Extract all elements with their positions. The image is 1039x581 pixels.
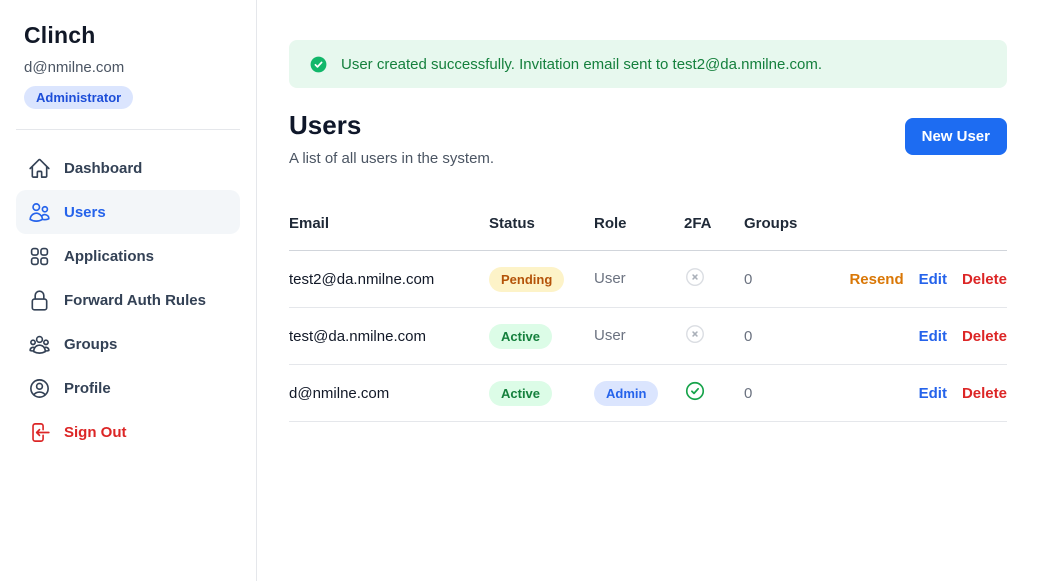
table-row: test@da.nmilne.comActive User 0 Edit Delete xyxy=(289,308,1007,365)
grid-icon xyxy=(28,245,51,268)
row-actions: Edit Delete xyxy=(824,385,1007,402)
edit-link[interactable]: Edit xyxy=(919,271,947,288)
delete-link[interactable]: Delete xyxy=(962,328,1007,345)
check-circle-filled-icon xyxy=(309,55,328,74)
row-actions: Edit Delete xyxy=(824,328,1007,345)
table-header-row: EmailStatusRole2FAGroups xyxy=(289,215,1007,251)
table-row: test2@da.nmilne.comPending User 0 Resend Edi… xyxy=(289,251,1007,308)
current-user-email: d@nmilne.com xyxy=(16,59,240,76)
users-table: EmailStatusRole2FAGroups test2@da.nmilne… xyxy=(289,215,1007,422)
sidebar-item-label: Dashboard xyxy=(64,160,142,177)
sign-out-icon xyxy=(28,421,51,444)
email-cell: test2@da.nmilne.com xyxy=(289,271,489,288)
sidebar-item-label: Applications xyxy=(64,248,154,265)
edit-link[interactable]: Edit xyxy=(919,385,947,402)
status-badge: Active xyxy=(489,381,552,406)
sidebar-nav: Dashboard Users Applications Forward Auth R… xyxy=(16,146,240,454)
status-badge: Pending xyxy=(489,267,564,292)
column-header-email: Email xyxy=(289,215,489,232)
brand-logo: Clinch xyxy=(16,22,240,49)
home-icon xyxy=(28,157,51,180)
edit-link[interactable]: Edit xyxy=(919,328,947,345)
email-cell: test@da.nmilne.com xyxy=(289,328,489,345)
role-text: User xyxy=(594,327,626,344)
sidebar-item-sign-out[interactable]: Sign Out xyxy=(16,410,240,454)
sidebar-item-label: Forward Auth Rules xyxy=(64,292,206,309)
twofa-disabled-icon xyxy=(684,323,706,345)
groups-count: 0 xyxy=(744,385,824,402)
status-badge: Active xyxy=(489,324,552,349)
sidebar-item-label: Users xyxy=(64,204,106,221)
delete-link[interactable]: Delete xyxy=(962,385,1007,402)
sidebar: Clinch d@nmilne.com Administrator Dashbo… xyxy=(0,0,257,581)
table-body: test2@da.nmilne.comPending User 0 Resend Edi… xyxy=(289,251,1007,422)
user-circle-icon xyxy=(28,377,51,400)
page-header: Users A list of all users in the system.… xyxy=(289,110,1007,167)
page-subtitle: A list of all users in the system. xyxy=(289,150,494,167)
sidebar-item-users[interactable]: Users xyxy=(16,190,240,234)
groups-count: 0 xyxy=(744,271,824,288)
column-header-2fa: 2FA xyxy=(684,215,744,232)
twofa-enabled-icon xyxy=(684,380,706,402)
table-row: d@nmilne.comActive Admin 0 Edit Delete xyxy=(289,365,1007,422)
sidebar-item-label: Groups xyxy=(64,336,117,353)
column-header-role: Role xyxy=(594,215,684,232)
role-text: User xyxy=(594,270,626,287)
success-banner: User created successfully. Invitation em… xyxy=(289,40,1007,88)
new-user-button[interactable]: New User xyxy=(905,118,1007,155)
user-group-icon xyxy=(28,333,51,356)
email-cell: d@nmilne.com xyxy=(289,385,489,402)
sidebar-item-label: Sign Out xyxy=(64,424,127,441)
sidebar-item-groups[interactable]: Groups xyxy=(16,322,240,366)
sidebar-item-dashboard[interactable]: Dashboard xyxy=(16,146,240,190)
resend-link[interactable]: Resend xyxy=(849,271,903,288)
main-content: User created successfully. Invitation em… xyxy=(257,0,1039,581)
app-window: Clinch d@nmilne.com Administrator Dashbo… xyxy=(0,0,1039,581)
column-header-groups: Groups xyxy=(744,215,824,232)
sidebar-item-profile[interactable]: Profile xyxy=(16,366,240,410)
row-actions: Resend Edit Delete xyxy=(824,271,1007,288)
sidebar-divider xyxy=(16,129,240,130)
users-icon xyxy=(28,201,51,224)
twofa-disabled-icon xyxy=(684,266,706,288)
column-header-status: Status xyxy=(489,215,594,232)
delete-link[interactable]: Delete xyxy=(962,271,1007,288)
sidebar-item-forward-auth-rules[interactable]: Forward Auth Rules xyxy=(16,278,240,322)
role-badge: Admin xyxy=(594,381,658,406)
success-banner-message: User created successfully. Invitation em… xyxy=(341,56,822,73)
administrator-badge: Administrator xyxy=(24,86,133,109)
page-title: Users xyxy=(289,110,494,141)
lock-icon xyxy=(28,289,51,312)
sidebar-item-applications[interactable]: Applications xyxy=(16,234,240,278)
sidebar-item-label: Profile xyxy=(64,380,111,397)
groups-count: 0 xyxy=(744,328,824,345)
